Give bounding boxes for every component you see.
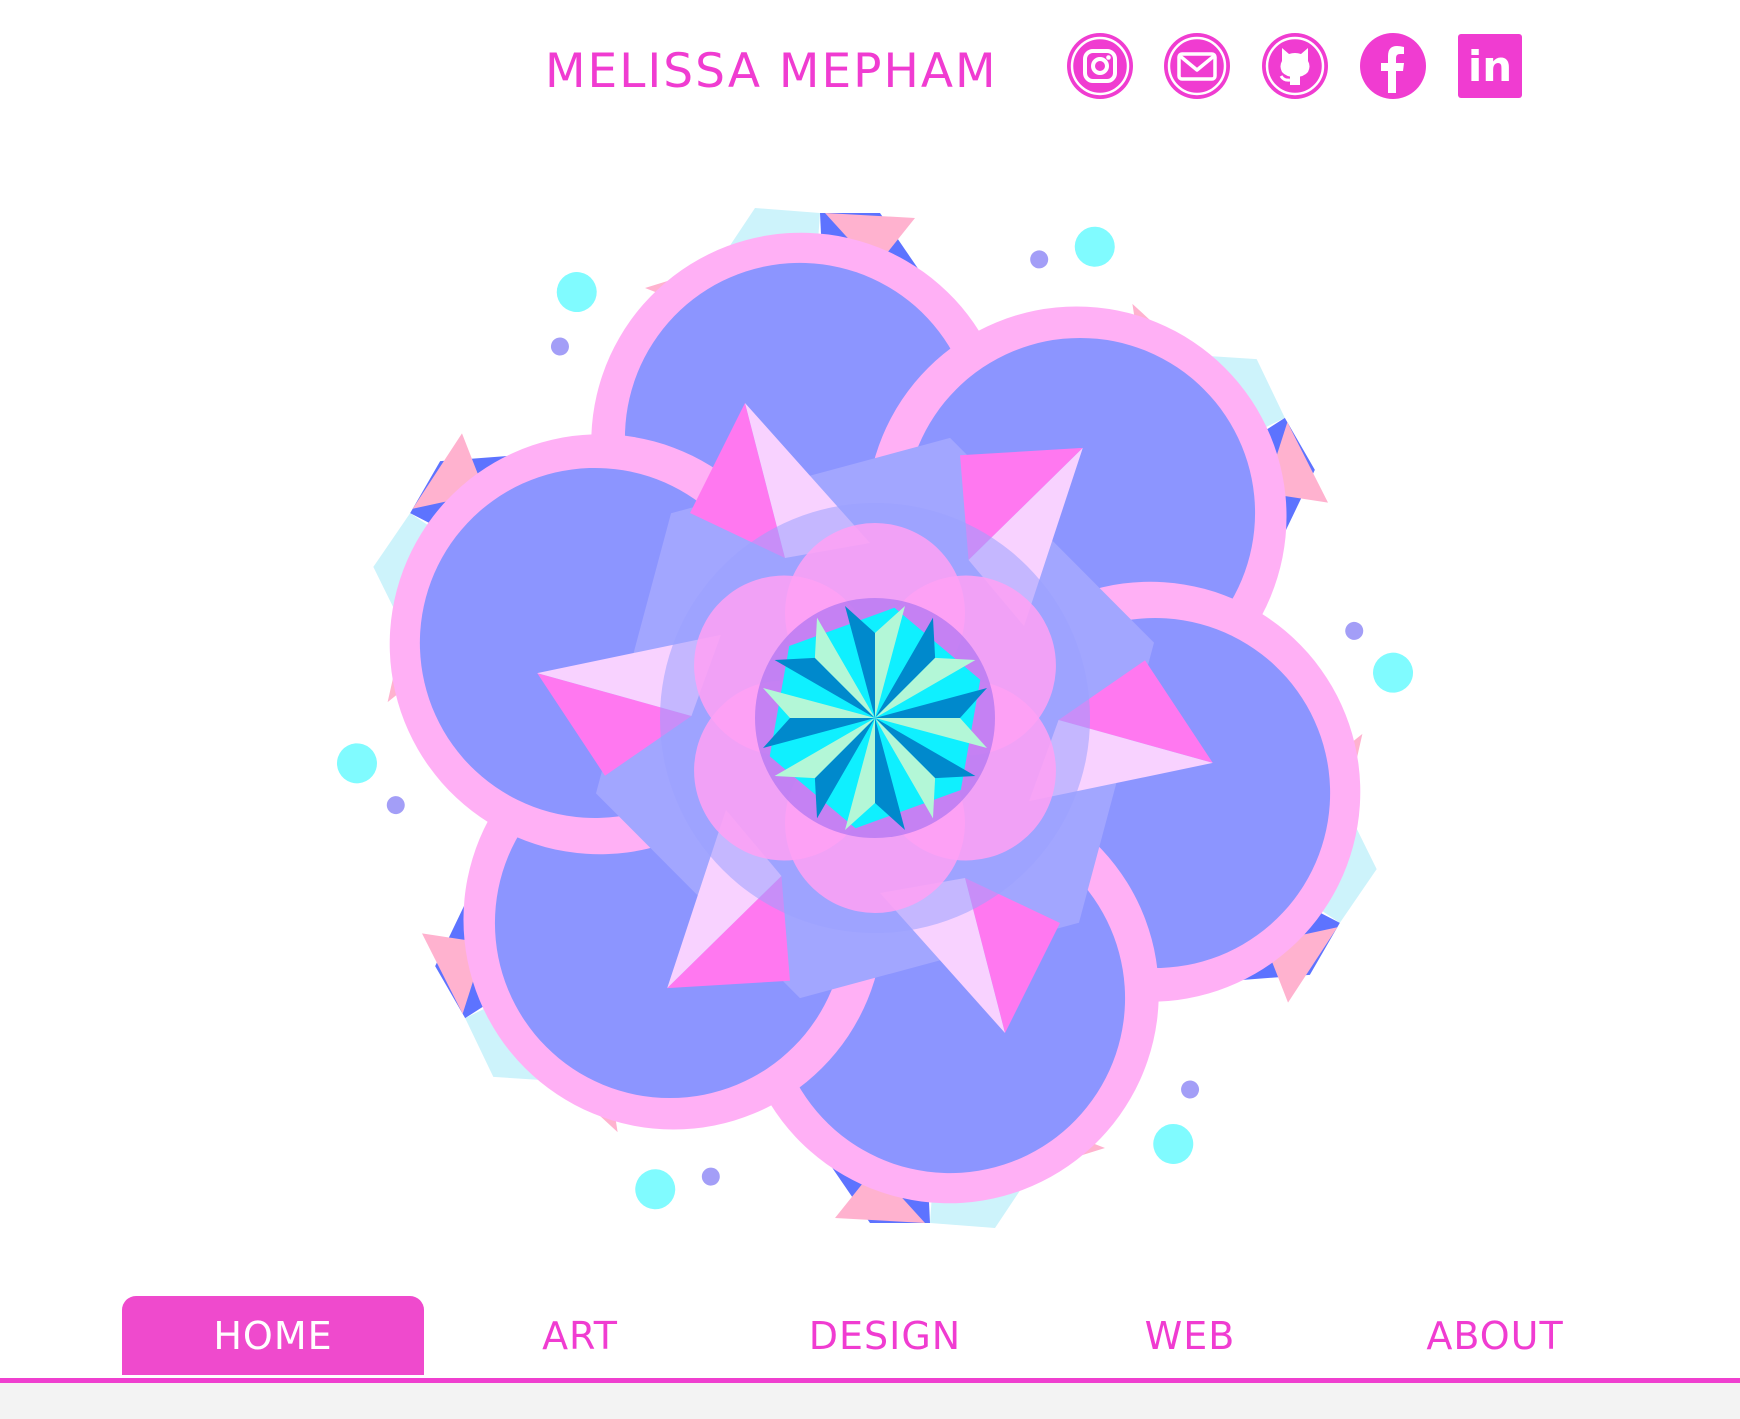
hero-mandala-illustration <box>0 110 1740 1295</box>
nav-tab-about[interactable]: ABOUT <box>1395 1296 1595 1375</box>
facebook-icon[interactable] <box>1358 31 1428 101</box>
site-title[interactable]: MELISSA MEPHAM <box>545 42 996 102</box>
mandala-art <box>303 185 1447 1251</box>
footer-strip <box>0 1383 1740 1419</box>
main-nav: HOME ART DESIGN WEB ABOUT <box>0 1293 1740 1379</box>
nav-tab-design[interactable]: DESIGN <box>785 1296 985 1375</box>
nav-tab-web[interactable]: WEB <box>1090 1296 1290 1375</box>
github-icon[interactable] <box>1260 31 1330 101</box>
linkedin-icon[interactable]: in <box>1458 34 1522 98</box>
nav-tab-art[interactable]: ART <box>480 1296 680 1375</box>
nav-tab-home[interactable]: HOME <box>122 1296 424 1375</box>
linkedin-glyph: in <box>1468 42 1512 91</box>
instagram-icon[interactable] <box>1065 31 1135 101</box>
email-icon[interactable] <box>1162 31 1232 101</box>
